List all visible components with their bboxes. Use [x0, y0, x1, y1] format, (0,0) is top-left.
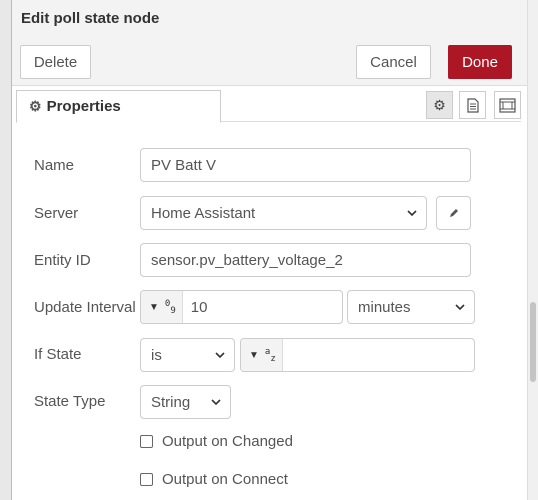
- output-on-connect-row: Output on Connect: [140, 471, 288, 488]
- state-type-value: String: [151, 393, 191, 411]
- tab-bar: ⚙ Properties ⚙: [16, 90, 521, 123]
- server-select[interactable]: Home Assistant: [140, 196, 427, 230]
- caret-down-icon: ▼: [149, 301, 159, 313]
- settings-tab-button[interactable]: ⚙: [426, 91, 453, 119]
- chevron-down-icon: [211, 399, 221, 406]
- workspace-edge: [0, 0, 12, 500]
- delete-button[interactable]: Delete: [20, 45, 91, 79]
- update-interval-label: Update Interval: [34, 299, 136, 316]
- server-edit-button[interactable]: [436, 196, 471, 230]
- tray-header: Edit poll state node Delete Cancel Done: [12, 0, 527, 86]
- scrollbar-thumb[interactable]: [530, 302, 536, 382]
- number-type-selector[interactable]: ▼ 09: [141, 291, 183, 323]
- tab-properties-label: Properties: [46, 98, 121, 115]
- server-label: Server: [34, 205, 79, 222]
- appearance-tab-button[interactable]: [494, 91, 521, 119]
- output-on-changed-label: Output on Changed: [162, 433, 293, 450]
- pencil-icon: [449, 209, 458, 217]
- interval-units-value: minutes: [358, 298, 411, 316]
- gear-icon: ⚙: [433, 96, 446, 113]
- description-icon: [466, 97, 479, 113]
- cancel-button[interactable]: Cancel: [356, 45, 431, 79]
- string-type-icon: az: [264, 346, 276, 364]
- chevron-down-icon: [407, 210, 417, 217]
- name-label: Name: [34, 157, 75, 174]
- state-type-select[interactable]: String: [140, 385, 231, 419]
- output-on-connect-label: Output on Connect: [162, 471, 288, 488]
- caret-down-icon: ▼: [249, 349, 259, 361]
- interval-units-select[interactable]: minutes: [347, 290, 475, 324]
- update-interval-input[interactable]: ▼ 09 10: [140, 290, 343, 324]
- if-state-value-input[interactable]: ▼ az: [240, 338, 475, 372]
- output-on-changed-row: Output on Changed: [140, 433, 293, 450]
- string-type-selector[interactable]: ▼ az: [241, 339, 283, 371]
- entity-id-input[interactable]: sensor.pv_battery_voltage_2: [140, 243, 471, 277]
- number-type-icon: 09: [164, 298, 176, 316]
- gear-icon: ⚙: [29, 98, 42, 114]
- tab-properties[interactable]: ⚙ Properties: [16, 90, 221, 123]
- edit-tray: Edit poll state node Delete Cancel Done …: [12, 0, 527, 500]
- output-on-changed-checkbox[interactable]: [140, 435, 153, 448]
- done-button[interactable]: Done: [448, 45, 512, 79]
- entity-id-label: Entity ID: [34, 252, 91, 269]
- chevron-down-icon: [455, 304, 465, 311]
- appearance-icon: [499, 97, 516, 113]
- if-state-label: If State: [34, 346, 82, 363]
- tray-title: Edit poll state node: [21, 10, 160, 27]
- output-on-connect-checkbox[interactable]: [140, 473, 153, 486]
- chevron-down-icon: [215, 352, 225, 359]
- server-select-value: Home Assistant: [151, 204, 256, 222]
- if-state-operator-select[interactable]: is: [140, 338, 235, 372]
- update-interval-value: 10: [190, 298, 208, 316]
- name-input[interactable]: PV Batt V: [140, 148, 471, 182]
- if-state-operator-value: is: [151, 346, 162, 364]
- state-type-label: State Type: [34, 393, 106, 410]
- description-tab-button[interactable]: [459, 91, 486, 119]
- tray-scrollbar[interactable]: [527, 0, 538, 500]
